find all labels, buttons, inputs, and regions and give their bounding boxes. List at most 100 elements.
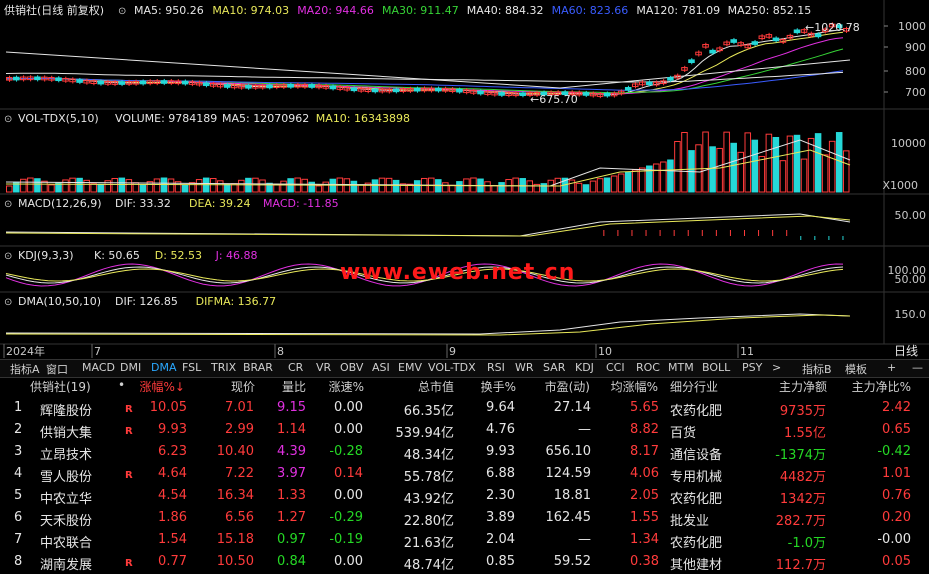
table-row[interactable]: 5 中农立华 4.54 16.34 1.33 0.00 43.92亿 2.30 18.81 2.0… xyxy=(0,485,929,507)
tab-16[interactable]: WR xyxy=(515,361,534,374)
volume-bar xyxy=(610,175,618,193)
tab-22[interactable]: BOLL xyxy=(702,361,730,374)
candle-body xyxy=(287,83,294,88)
column-header[interactable]: 量比 xyxy=(282,378,306,395)
volume-bar xyxy=(273,184,280,193)
date-axis-label: 2024年 xyxy=(6,344,45,358)
tab-11[interactable]: OBV xyxy=(340,361,363,374)
industry: 批发业 xyxy=(670,514,710,529)
table-row[interactable]: 7 中农联合 1.54 15.18 0.97 -0.19 21.63亿 2.04 — 1.34 农药… xyxy=(0,529,929,551)
volume-bar xyxy=(674,141,681,193)
main-net-ratio: 0.05 xyxy=(882,554,911,569)
date-axis-label: 9 xyxy=(449,345,456,358)
main-net-amount: -1.0万 xyxy=(787,536,826,551)
candle-body xyxy=(266,84,273,89)
main-net-ratio: 0.76 xyxy=(882,488,911,503)
column-header[interactable]: 供销社(19) xyxy=(30,378,91,395)
tab-3[interactable]: MACD xyxy=(82,361,115,374)
kline-chart-area[interactable]: 供销社(日线 前复权) ⊙ MA5: 950.26 MA10: 974.03 MA20:… xyxy=(0,0,929,359)
avg-change: 2.05 xyxy=(630,488,659,503)
table-row[interactable]: 6 天禾股份 1.86 6.56 1.27 -0.29 22.80亿 3.89 162.45 1.… xyxy=(0,507,929,529)
candle-body xyxy=(413,87,421,92)
volume-bar xyxy=(315,185,323,193)
volume-bar xyxy=(195,179,203,193)
column-header[interactable]: 换手% xyxy=(481,378,516,395)
margin-flag-badge: R xyxy=(125,558,133,569)
price-high-label: ←1020.78 xyxy=(805,21,860,34)
tab-24[interactable]: > xyxy=(772,361,781,374)
ma-label: MA10: 974.03 xyxy=(212,4,289,17)
table-row[interactable]: 2 供销大集 R 9.93 2.99 1.14 0.00 539.94亿 4.76 — 8.82 百货… xyxy=(0,419,929,441)
tab-4[interactable]: DMI xyxy=(120,361,141,374)
column-header[interactable]: 涨速% xyxy=(329,378,364,395)
column-header[interactable]: 均涨幅% xyxy=(611,378,658,395)
volume-bar xyxy=(617,173,625,193)
macd-label: DEA: 39.24 xyxy=(189,197,250,210)
tab-right-4[interactable]: — xyxy=(912,361,923,374)
column-header[interactable]: 主力净额 xyxy=(779,378,827,395)
vol-label: VOLUME: 9784189 xyxy=(115,112,217,125)
tab-5[interactable]: DMA xyxy=(151,361,177,374)
column-header[interactable]: 主力净比% xyxy=(852,378,911,395)
tab-18[interactable]: KDJ xyxy=(575,361,594,374)
volume-bar xyxy=(484,181,491,193)
tab-14[interactable]: VOL-TDX xyxy=(428,361,476,374)
ma-label: MA120: 781.09 xyxy=(636,4,720,17)
market-cap: 48.74亿 xyxy=(403,558,454,573)
column-header[interactable]: 市盈(动) xyxy=(545,378,590,395)
tab-right-3[interactable]: + xyxy=(887,361,896,374)
volume-bar xyxy=(828,140,836,193)
watermark: www.eweb.net.cn xyxy=(340,260,576,285)
column-header[interactable]: 涨幅%↓ xyxy=(140,378,185,395)
row-number: 3 xyxy=(14,444,23,459)
tab-20[interactable]: ROC xyxy=(636,361,660,374)
volume-bar xyxy=(48,184,55,193)
date-axis-label: 10 xyxy=(598,345,612,358)
avg-change: 8.17 xyxy=(630,444,659,459)
table-row[interactable]: 4 雪人股份 R 4.64 7.22 3.97 0.14 55.78亿 6.88 124.59 4.… xyxy=(0,463,929,485)
tab-19[interactable]: CCI xyxy=(606,361,625,374)
volume-bar xyxy=(526,180,534,193)
tab-10[interactable]: VR xyxy=(316,361,331,374)
tab-8[interactable]: BRAR xyxy=(243,361,273,374)
tab-2[interactable]: 窗口 xyxy=(46,361,68,377)
table-row[interactable]: 3 立昂技术 6.23 10.40 4.39 -0.28 48.34亿 9.93 656.10 8… xyxy=(0,441,929,463)
volume-bar xyxy=(20,178,27,193)
tab-1[interactable]: 指标A xyxy=(10,361,40,377)
date-axis-label: 7 xyxy=(94,345,101,358)
vol-label: MA10: 16343898 xyxy=(316,112,410,125)
tab-9[interactable]: CR xyxy=(288,361,303,374)
tab-right-1[interactable]: 指标B xyxy=(802,361,832,377)
ma-label: MA250: 852.15 xyxy=(728,4,812,17)
tab-21[interactable]: MTM xyxy=(668,361,694,374)
volume-ratio: 1.14 xyxy=(277,422,306,437)
tab-12[interactable]: ASI xyxy=(372,361,390,374)
volume-bar xyxy=(603,177,611,193)
tab-right-2[interactable]: 模板 xyxy=(845,361,867,377)
candle-body xyxy=(688,59,695,64)
tab-23[interactable]: PSY xyxy=(742,361,762,374)
main-net-amount: 1.55亿 xyxy=(784,426,826,441)
kdj-title: KDJ(9,3,3) xyxy=(18,249,74,262)
column-header[interactable]: 现价 xyxy=(231,378,255,395)
tab-6[interactable]: FSL xyxy=(182,361,201,374)
avg-change: 8.82 xyxy=(630,422,659,437)
volume-bar xyxy=(350,180,358,193)
row-number: 7 xyxy=(14,532,23,547)
column-header[interactable]: 总市值 xyxy=(418,378,454,395)
table-row[interactable]: 1 辉隆股份 R 10.05 7.01 9.15 0.00 66.35亿 9.64 27.14 5.… xyxy=(0,397,929,419)
turnover: 9.93 xyxy=(486,444,515,459)
column-header[interactable]: 细分行业 xyxy=(670,378,718,395)
pe-ratio: 162.45 xyxy=(545,510,592,525)
tab-17[interactable]: SAR xyxy=(543,361,565,374)
change-speed: -0.29 xyxy=(329,510,363,525)
column-header[interactable]: • xyxy=(118,378,125,392)
tab-13[interactable]: EMV xyxy=(398,361,422,374)
change-percent: 6.23 xyxy=(158,444,187,459)
volume-bar xyxy=(716,147,723,193)
table-row[interactable]: 8 湖南发展 R 0.77 10.50 0.84 0.00 48.74亿 0.85 59.52 0.… xyxy=(0,551,929,573)
tab-15[interactable]: RSI xyxy=(487,361,505,374)
tab-7[interactable]: TRIX xyxy=(211,361,236,374)
candle-body xyxy=(13,76,20,81)
vol-axis-tick: 10000 xyxy=(891,137,926,150)
